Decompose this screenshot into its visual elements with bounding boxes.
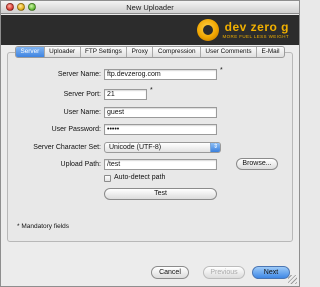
browse-button[interactable]: Browse... [236, 158, 278, 170]
resize-grip-icon[interactable] [288, 275, 297, 284]
tab-compression[interactable]: Compression [153, 47, 201, 57]
brand-banner: dev zero g MORE FUEL LESS WEIGHT [1, 15, 299, 45]
uploader-window: New Uploader dev zero g MORE FUEL LESS W… [0, 0, 300, 287]
brand-tagline: MORE FUEL LESS WEIGHT [222, 34, 289, 39]
window-title: New Uploader [126, 3, 174, 12]
tab-user-comments[interactable]: User Comments [201, 47, 258, 57]
title-bar[interactable]: New Uploader [1, 1, 299, 14]
server-port-input[interactable]: 21 [104, 89, 147, 100]
tab-server[interactable]: Server [16, 47, 45, 57]
previous-button[interactable]: Previous [203, 266, 245, 279]
tab-ftp-settings[interactable]: FTP Settings [81, 47, 128, 57]
cancel-button[interactable]: Cancel [151, 266, 189, 279]
tab-uploader[interactable]: Uploader [45, 47, 81, 57]
upload-path-label: Upload Path: [60, 161, 101, 168]
character-set-value: Unicode (UTF-8) [109, 144, 162, 151]
auto-detect-checkbox[interactable] [104, 175, 111, 182]
upload-path-input[interactable]: /test [104, 159, 217, 170]
server-port-label: Server Port: [63, 91, 101, 98]
server-port-required-mark: * [150, 87, 153, 94]
next-button[interactable]: Next [252, 266, 290, 279]
server-name-label: Server Name: [57, 71, 101, 78]
character-set-label: Server Character Set: [33, 144, 101, 151]
user-name-input[interactable]: guest [104, 107, 217, 118]
user-password-label: User Password: [51, 126, 101, 133]
tab-proxy[interactable]: Proxy [127, 47, 154, 57]
auto-detect-label: Auto-detect path [114, 174, 166, 181]
user-name-label: User Name: [63, 109, 101, 116]
test-button[interactable]: Test [104, 188, 217, 200]
select-arrows-icon: ⇕ [210, 143, 220, 152]
server-name-required-mark: * [220, 67, 223, 74]
tab-email[interactable]: E-Mail [257, 47, 284, 57]
brand-name: dev zero g [224, 20, 289, 34]
settings-tabs: Server Uploader FTP Settings Proxy Compr… [15, 46, 285, 58]
mandatory-fields-note: * Mandatory fields [17, 223, 70, 230]
character-set-select[interactable]: Unicode (UTF-8) ⇕ [104, 142, 221, 153]
brand-logo-icon [197, 19, 219, 41]
user-password-input[interactable]: ••••• [104, 124, 217, 135]
server-name-input[interactable]: ftp.devzerog.com [104, 69, 217, 80]
